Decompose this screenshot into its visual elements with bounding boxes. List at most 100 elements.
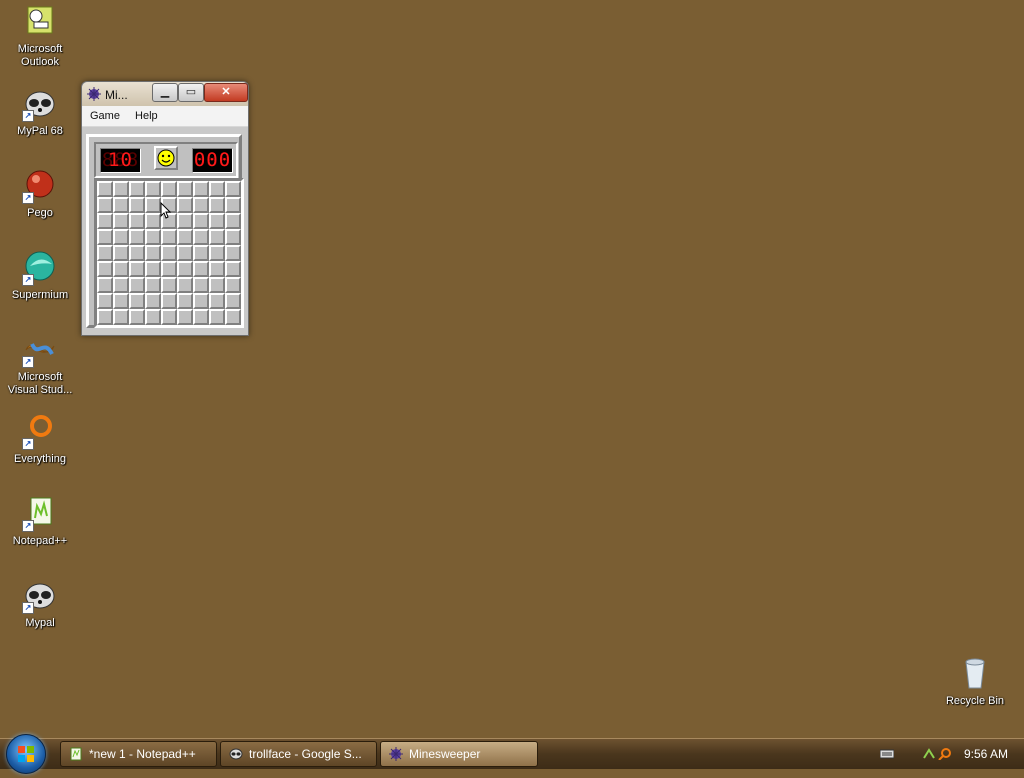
mine-cell[interactable] [113,213,129,229]
mine-cell[interactable] [225,309,241,325]
mine-cell[interactable] [209,213,225,229]
mine-cell[interactable] [177,245,193,261]
mine-cell[interactable] [209,309,225,325]
mine-cell[interactable] [113,261,129,277]
mine-cell[interactable] [193,277,209,293]
mine-cell[interactable] [225,277,241,293]
mine-cell[interactable] [145,181,161,197]
desktop-icon-pego[interactable]: ↗ Pego [2,168,78,220]
mine-cell[interactable] [225,181,241,197]
mine-cell[interactable] [209,261,225,277]
mine-cell[interactable] [97,309,113,325]
mine-cell[interactable] [193,261,209,277]
taskbar-item-browser[interactable]: trollface - Google S... [220,741,377,767]
mine-cell[interactable] [161,293,177,309]
reset-button[interactable] [154,146,178,170]
title-bar[interactable]: Mi... ▁ ▭ ✕ [82,82,248,106]
taskbar-item-minesweeper[interactable]: Minesweeper [380,741,538,767]
desktop-icon-mypal-68[interactable]: ↗ MyPal 68 [2,86,78,138]
mine-cell[interactable] [97,293,113,309]
network-icon[interactable] [922,748,936,760]
mine-cell[interactable] [193,213,209,229]
clock[interactable]: 9:56 AM [964,747,1008,761]
menu-game[interactable]: Game [90,106,120,126]
mine-cell[interactable] [177,181,193,197]
mine-cell[interactable] [177,277,193,293]
search-icon[interactable] [938,748,952,760]
mine-cell[interactable] [193,197,209,213]
mine-cell[interactable] [193,245,209,261]
mine-cell[interactable] [145,309,161,325]
mine-cell[interactable] [177,229,193,245]
mine-cell[interactable] [177,197,193,213]
mine-cell[interactable] [225,293,241,309]
desktop-icon-recycle-bin[interactable]: Recycle Bin [937,656,1013,708]
mine-cell[interactable] [225,213,241,229]
mine-cell[interactable] [161,245,177,261]
mine-cell[interactable] [193,181,209,197]
taskbar-item-notepadpp[interactable]: *new 1 - Notepad++ [60,741,217,767]
mine-cell[interactable] [129,245,145,261]
mine-cell[interactable] [113,309,129,325]
mine-cell[interactable] [193,229,209,245]
mine-cell[interactable] [97,213,113,229]
mine-cell[interactable] [225,261,241,277]
mine-cell[interactable] [113,181,129,197]
maximize-button[interactable]: ▭ [178,83,204,102]
mine-cell[interactable] [129,197,145,213]
mine-cell[interactable] [113,277,129,293]
mine-cell[interactable] [225,229,241,245]
mine-cell[interactable] [193,309,209,325]
desktop-icon-everything[interactable]: ↗ Everything [2,414,78,466]
mine-cell[interactable] [113,245,129,261]
mine-cell[interactable] [177,293,193,309]
mine-cell[interactable] [145,197,161,213]
mine-cell[interactable] [209,293,225,309]
mine-cell[interactable] [129,261,145,277]
mine-cell[interactable] [209,229,225,245]
mine-cell[interactable] [145,277,161,293]
start-button[interactable] [6,734,46,774]
desktop-icon-mypal[interactable]: ↗ Mypal [2,578,78,630]
mine-cell[interactable] [129,229,145,245]
mine-cell[interactable] [97,181,113,197]
mine-cell[interactable] [145,229,161,245]
minimize-button[interactable]: ▁ [152,83,178,102]
mine-cell[interactable] [97,197,113,213]
mine-cell[interactable] [113,229,129,245]
mine-cell[interactable] [97,277,113,293]
mine-cell[interactable] [113,293,129,309]
mine-cell[interactable] [161,229,177,245]
mine-cell[interactable] [177,213,193,229]
desktop-icon-supermium[interactable]: ↗ Supermium [2,250,78,302]
menu-help[interactable]: Help [135,106,158,126]
mine-cell[interactable] [97,229,113,245]
mine-cell[interactable] [161,261,177,277]
mine-cell[interactable] [225,245,241,261]
mine-cell[interactable] [129,277,145,293]
mine-cell[interactable] [193,293,209,309]
mine-cell[interactable] [225,197,241,213]
mine-cell[interactable] [177,261,193,277]
mine-cell[interactable] [209,277,225,293]
mine-cell[interactable] [145,261,161,277]
mine-cell[interactable] [129,293,145,309]
mine-cell[interactable] [161,181,177,197]
mine-cell[interactable] [209,181,225,197]
desktop-icon-notepadpp[interactable]: ↗ Notepad++ [2,496,78,548]
mine-cell[interactable] [97,261,113,277]
mine-cell[interactable] [209,197,225,213]
mine-cell[interactable] [129,309,145,325]
mine-cell[interactable] [161,277,177,293]
mine-cell[interactable] [145,213,161,229]
mine-cell[interactable] [177,309,193,325]
mine-cell[interactable] [145,293,161,309]
mine-cell[interactable] [113,197,129,213]
mine-cell[interactable] [129,213,145,229]
mine-cell[interactable] [129,181,145,197]
desktop-icon-outlook[interactable]: Microsoft Outlook [2,4,78,69]
mine-cell[interactable] [161,309,177,325]
close-button[interactable]: ✕ [204,83,248,102]
mine-cell[interactable] [209,245,225,261]
mine-cell[interactable] [145,245,161,261]
